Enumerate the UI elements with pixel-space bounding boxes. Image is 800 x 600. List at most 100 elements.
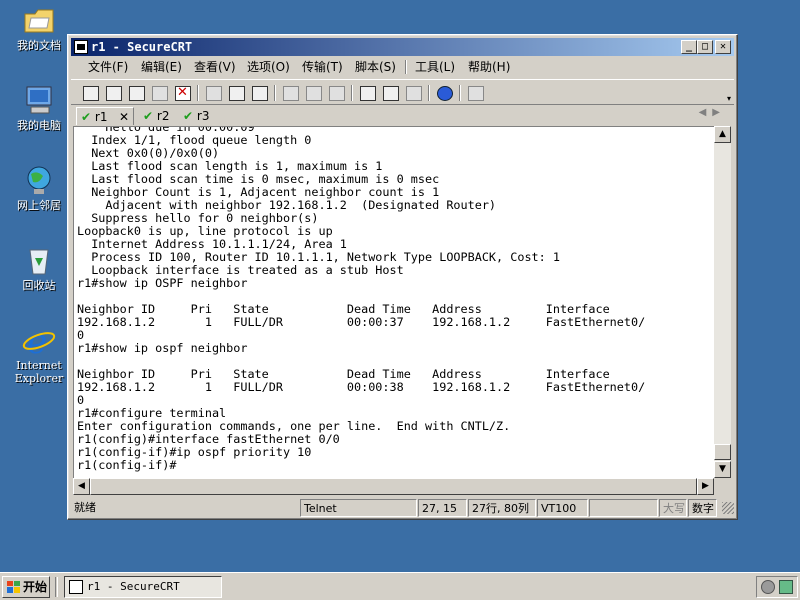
desktop-icon-label: Internet Explorer xyxy=(14,359,64,385)
menu-transfer[interactable]: 传输(T) xyxy=(302,57,343,77)
tab-r3[interactable]: ✔ r3 xyxy=(179,107,217,125)
tab-label: r1 xyxy=(94,110,108,124)
status-ready: 就绪 xyxy=(74,501,96,514)
taskbar-separator xyxy=(55,577,58,597)
system-tray xyxy=(756,576,798,598)
network-globe-icon xyxy=(21,164,57,196)
menu-script[interactable]: 脚本(S) xyxy=(355,57,396,77)
desktop-icon-internet-explorer[interactable]: e Internet Explorer xyxy=(4,322,74,385)
scrollbar-corner xyxy=(714,478,731,495)
terminal-output[interactable]: Hello due in 00:00:09 Index 1/1, flood q… xyxy=(73,126,714,478)
menu-separator xyxy=(405,60,407,74)
toolbar-overflow-icon[interactable]: ▾ xyxy=(727,94,731,103)
tab-label: r3 xyxy=(196,109,210,123)
menu-bar: 文件(F) 编辑(E) 查看(V) 选项(O) 传输(T) 脚本(S) 工具(L… xyxy=(71,57,734,77)
scroll-up-icon[interactable]: ▲ xyxy=(714,126,731,143)
status-cursor-position: 27, 15 xyxy=(418,499,467,517)
start-label: 开始 xyxy=(23,580,48,594)
horizontal-scroll-thumb[interactable] xyxy=(90,478,697,495)
connected-check-icon: ✔ xyxy=(81,110,92,124)
svg-text:e: e xyxy=(27,324,47,356)
menu-edit[interactable]: 编辑(E) xyxy=(141,57,182,77)
maximize-button[interactable]: □ xyxy=(697,40,713,54)
resize-grip-icon[interactable] xyxy=(722,502,734,514)
scroll-down-icon[interactable]: ▼ xyxy=(714,461,731,478)
desktop-icon-my-computer[interactable]: 我的电脑 xyxy=(4,84,74,132)
status-emulation: VT100 xyxy=(537,499,588,517)
title-bar[interactable]: r1 - SecureCRT _ □ ✕ xyxy=(71,38,734,56)
securecrt-app-icon[interactable] xyxy=(74,40,88,54)
connect-in-tab-icon[interactable] xyxy=(126,84,146,102)
status-bar: 就绪 Telnet 27, 15 27行, 80列 VT100 大写 数字 xyxy=(71,498,734,518)
windows-flag-icon xyxy=(7,581,20,593)
toolbar-separator xyxy=(197,85,199,101)
scroll-right-icon[interactable]: ▶ xyxy=(697,478,714,495)
help-icon[interactable] xyxy=(434,84,454,102)
connected-check-icon: ✔ xyxy=(183,109,194,123)
menu-tools[interactable]: 工具(L) xyxy=(415,57,455,77)
quick-connect-icon[interactable] xyxy=(103,84,123,102)
status-protocol: Telnet xyxy=(300,499,417,517)
toolbar: ▾ xyxy=(71,79,734,105)
desktop-icon-label: 我的文档 xyxy=(17,39,61,52)
status-empty-field xyxy=(589,499,658,517)
securecrt-task-icon xyxy=(69,580,83,594)
tab-r2[interactable]: ✔ r2 xyxy=(139,107,177,125)
minimize-button[interactable]: _ xyxy=(681,40,697,54)
tab-label: r2 xyxy=(156,109,170,123)
menu-help[interactable]: 帮助(H) xyxy=(468,57,510,77)
vertical-scroll-thumb[interactable] xyxy=(714,444,731,460)
taskbar: 开始 r1 - SecureCRT xyxy=(0,572,800,600)
toolbar-separator xyxy=(274,85,276,101)
menu-options[interactable]: 选项(O) xyxy=(247,57,290,77)
print-selection-icon[interactable] xyxy=(303,84,323,102)
scroll-left-icon[interactable]: ◀ xyxy=(73,478,90,495)
toolbar-separator xyxy=(459,85,461,101)
menu-file[interactable]: 文件(F) xyxy=(88,57,128,77)
sftp-icon[interactable] xyxy=(465,84,485,102)
horizontal-scrollbar[interactable]: ◀ ▶ xyxy=(73,478,714,495)
global-options-icon[interactable] xyxy=(380,84,400,102)
status-terminal-size: 27行, 80列 xyxy=(468,499,536,517)
desktop-icon-network-places[interactable]: 网上邻居 xyxy=(4,164,74,212)
menu-view[interactable]: 查看(V) xyxy=(194,57,236,77)
window-title: r1 - SecureCRT xyxy=(91,40,193,54)
start-button[interactable]: 开始 xyxy=(2,576,50,598)
desktop-icon-label: 回收站 xyxy=(22,279,56,292)
disconnect-icon[interactable] xyxy=(172,84,192,102)
connect-icon[interactable] xyxy=(80,84,100,102)
find-icon[interactable] xyxy=(249,84,269,102)
tab-r1[interactable]: ✔ r1 ✕ xyxy=(76,107,134,125)
session-tabs: ✔ r1 ✕ ✔ r2 ✔ r3 ◀▶ xyxy=(71,106,734,125)
print-icon[interactable] xyxy=(280,84,300,102)
desktop-icon-label: 我的电脑 xyxy=(17,119,61,132)
close-button[interactable]: ✕ xyxy=(715,40,731,54)
keymap-icon[interactable] xyxy=(403,84,423,102)
taskbar-item-label: r1 - SecureCRT xyxy=(87,580,180,593)
desktop-icon-my-documents[interactable]: 我的文档 xyxy=(4,4,74,52)
toolbar-separator xyxy=(351,85,353,101)
tab-close-icon[interactable]: ✕ xyxy=(119,108,129,126)
session-options-icon[interactable] xyxy=(357,84,377,102)
reconnect-icon[interactable] xyxy=(149,84,169,102)
toolbar-separator xyxy=(428,85,430,101)
folder-icon xyxy=(21,4,57,36)
vertical-scrollbar[interactable]: ▲ ▼ xyxy=(714,126,731,478)
computer-icon xyxy=(21,84,57,116)
paste-icon[interactable] xyxy=(226,84,246,102)
connected-check-icon: ✔ xyxy=(143,109,154,123)
copy-icon[interactable] xyxy=(203,84,223,102)
tray-network-icon[interactable] xyxy=(779,580,793,594)
securecrt-window: r1 - SecureCRT _ □ ✕ 文件(F) 编辑(E) 查看(V) 选… xyxy=(67,34,738,520)
internet-explorer-icon: e xyxy=(21,322,57,362)
terminal-text: Hello due in 00:00:09 Index 1/1, flood q… xyxy=(77,126,646,472)
printer-icon[interactable] xyxy=(326,84,346,102)
taskbar-item-securecrt[interactable]: r1 - SecureCRT xyxy=(64,576,222,598)
tray-speaker-icon[interactable] xyxy=(761,580,775,594)
desktop-icon-label: 网上邻居 xyxy=(17,199,61,212)
tab-scroll-arrows-icon[interactable]: ◀▶ xyxy=(699,107,726,118)
recycle-bin-icon xyxy=(21,244,57,276)
status-num-lock: 数字 xyxy=(688,499,717,517)
desktop-icon-recycle-bin[interactable]: 回收站 xyxy=(4,244,74,292)
status-caps-lock: 大写 xyxy=(659,499,687,517)
